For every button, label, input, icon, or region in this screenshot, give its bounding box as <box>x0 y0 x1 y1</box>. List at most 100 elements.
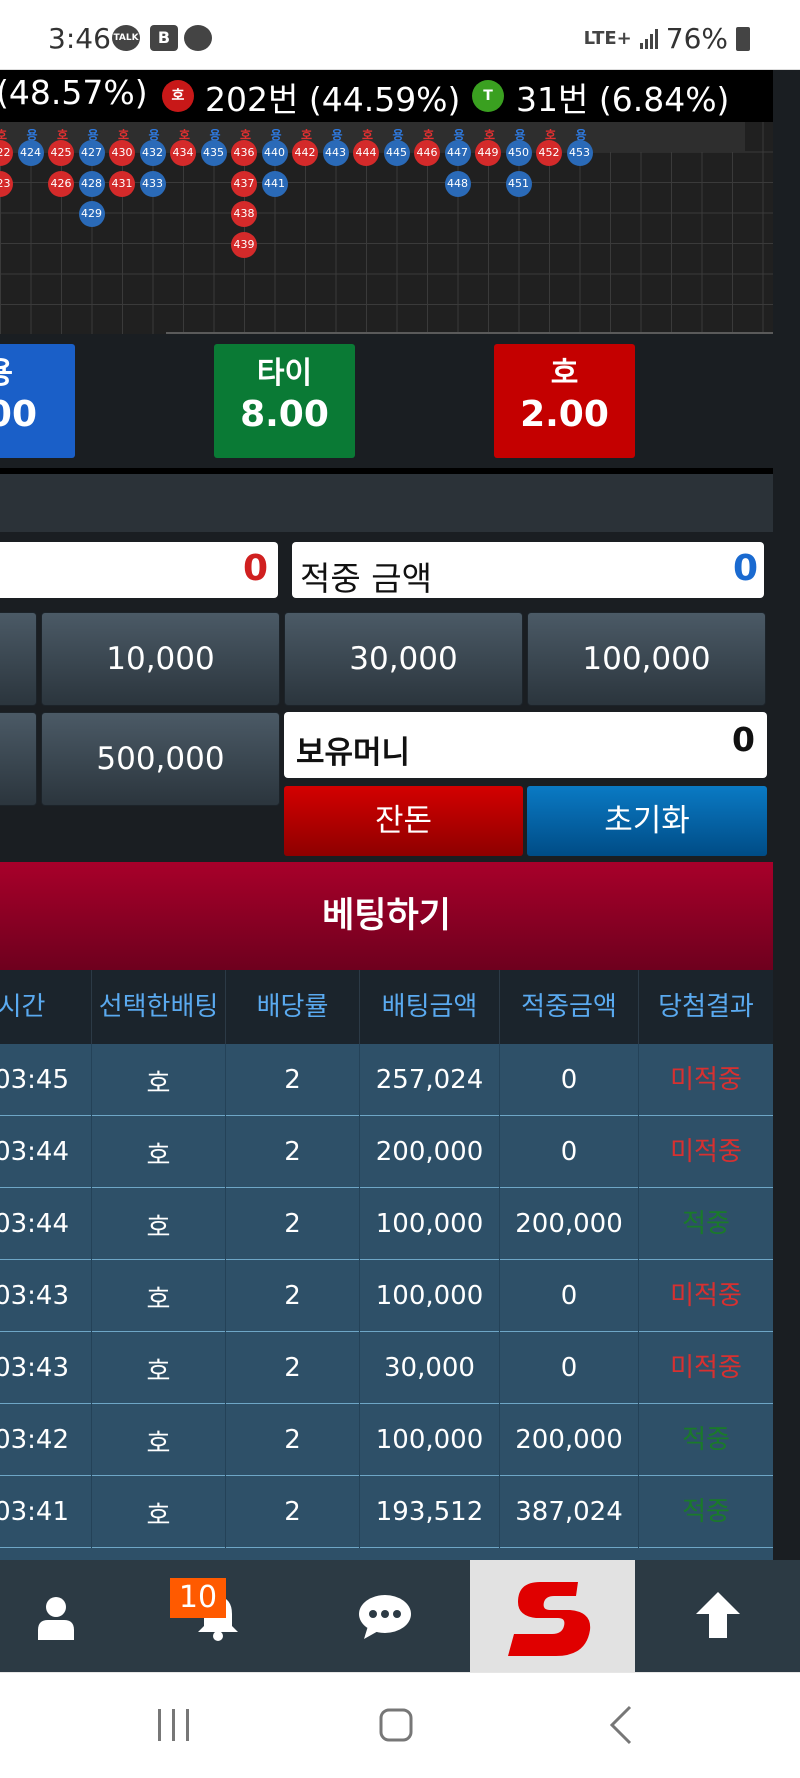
bead-cell: 426 <box>48 170 74 197</box>
cell-win: 387,024 <box>500 1476 639 1548</box>
battery-percent: 76% <box>665 22 728 55</box>
bead-cell: 446 <box>414 140 440 166</box>
app-screen: { "status_bar": {"time": "3:46", "icons"… <box>0 0 800 1778</box>
cell-time: 03:43 <box>0 1260 92 1332</box>
cell-amount: 100,000 <box>360 1188 500 1260</box>
cell-odds: 2 <box>226 1332 360 1404</box>
table-row[interactable]: 03:43 호 2 100,000 0 미적중 <box>0 1260 773 1332</box>
tiger-odds: 2.00 <box>520 394 609 435</box>
bead-cell: 425 <box>48 140 74 166</box>
cell-result: 적중 <box>682 1209 730 1239</box>
bottom-navigation: 10 <box>0 1560 800 1672</box>
table-row[interactable]: 03:41 호 2 193,512 387,024 적중 <box>0 1476 773 1548</box>
site-logo-button[interactable] <box>470 1560 635 1672</box>
table-row[interactable]: 03:44 호 2 200,000 0 미적중 <box>0 1116 773 1188</box>
profile-button[interactable] <box>0 1560 160 1672</box>
chip-100000-button[interactable]: 100,000 <box>527 612 766 706</box>
bead-cell: 444 <box>353 140 379 166</box>
recent-apps-icon[interactable] <box>156 1707 192 1743</box>
col-win: 적중금액 <box>500 970 639 1044</box>
cell-amount: 193,512 <box>360 1476 500 1548</box>
board-scrollbar[interactable] <box>166 332 773 334</box>
cell-win: 0 <box>500 1116 639 1188</box>
bead-cell: 448 <box>444 170 471 197</box>
s-logo <box>508 1582 591 1656</box>
bead-cell: 451 <box>505 170 532 197</box>
bead-cell: 429 <box>78 201 105 227</box>
bead-cell: 447 <box>444 140 471 166</box>
chip-10000-button[interactable]: 10,000 <box>41 612 280 706</box>
change-button[interactable]: 잔돈 <box>284 786 523 856</box>
cell-odds: 2 <box>226 1404 360 1476</box>
bead-cell: 449 <box>475 140 501 166</box>
win-amount-label: 적중 금액 <box>300 559 432 598</box>
col-time: 시간 <box>0 970 92 1044</box>
cell-pick: 호 <box>92 1260 226 1332</box>
chip-button-hidden-2[interactable] <box>0 712 37 806</box>
cell-time: 03:44 <box>0 1188 92 1260</box>
table-row[interactable]: 03:43 호 2 30,000 0 미적중 <box>0 1332 773 1404</box>
table-row[interactable]: 03:45 호 2 257,024 0 미적중 <box>0 1044 773 1116</box>
scroll-top-button[interactable] <box>640 1560 800 1672</box>
arrow-up-icon <box>696 1592 740 1638</box>
network-type: LTE+ <box>583 28 632 49</box>
cell-amount: 200,000 <box>360 1116 500 1188</box>
back-icon[interactable] <box>608 1705 634 1745</box>
bead-cell: 440 <box>261 140 288 166</box>
table-row-partial <box>0 1548 773 1560</box>
bead-cell: 452 <box>536 140 562 166</box>
bead-road-board: 호용호용호용호용호용호용호용호용호용호용 4224234244254264274… <box>0 122 773 334</box>
bead-cell: 427 <box>78 140 105 166</box>
win-amount-value: 0 <box>732 548 758 589</box>
chip-500000-button[interactable]: 500,000 <box>41 712 280 806</box>
tiger-bet-button[interactable]: 호 2.00 <box>494 344 635 458</box>
dragon-bet-button[interactable]: 용 00 <box>0 344 75 458</box>
cell-result: 미적중 <box>670 1353 742 1383</box>
tie-bet-button[interactable]: 타이 8.00 <box>214 344 355 458</box>
cell-win: 0 <box>500 1260 639 1332</box>
cell-result: 미적중 <box>670 1065 742 1095</box>
cell-pick: 호 <box>92 1188 226 1260</box>
chat-button[interactable] <box>320 1560 480 1672</box>
bead-cell: 453 <box>566 140 593 166</box>
table-row[interactable]: 03:42 호 2 100,000 200,000 적중 <box>0 1404 773 1476</box>
bead-cell: 436 <box>231 140 257 166</box>
cell-result: 적중 <box>682 1425 730 1455</box>
place-bet-button[interactable]: 베팅하기 <box>0 862 773 970</box>
win-amount-field: 적중 금액 0 <box>292 542 764 598</box>
system-navigation-bar <box>0 1672 800 1778</box>
col-odds: 배당률 <box>226 970 360 1044</box>
talk-icon: TALK <box>112 25 140 51</box>
cell-pick: 호 <box>92 1116 226 1188</box>
bead-cell: 445 <box>383 140 410 166</box>
chat-icon <box>359 1595 411 1639</box>
cell-time: 03:41 <box>0 1476 92 1548</box>
chip-button-hidden[interactable] <box>0 612 37 706</box>
balance-label: 보유머니 <box>296 735 411 771</box>
col-amount: 배팅금액 <box>360 970 500 1044</box>
cell-odds: 2 <box>226 1188 360 1260</box>
reset-button[interactable]: 초기화 <box>527 786 767 856</box>
table-row[interactable]: 03:44 호 2 100,000 200,000 적중 <box>0 1188 773 1260</box>
battery-icon <box>736 26 750 51</box>
cell-amount: 30,000 <box>360 1332 500 1404</box>
tie-odds: 8.00 <box>240 394 329 435</box>
cell-pick: 호 <box>92 1332 226 1404</box>
bead-cell: 437 <box>231 170 257 197</box>
user-icon <box>38 1597 74 1640</box>
bet-amount-field: 0 <box>0 542 278 598</box>
cell-time: 03:45 <box>0 1044 92 1116</box>
tiger-stat: 202번 (44.59%) <box>205 80 461 119</box>
bead-cell: 430 <box>109 140 135 166</box>
cell-odds: 2 <box>226 1476 360 1548</box>
bead-cell: 428 <box>78 170 105 197</box>
chat-bubble-icon <box>184 25 212 51</box>
dragon-stat: (48.57%) <box>0 73 148 112</box>
chip-30000-button[interactable]: 30,000 <box>284 612 523 706</box>
cell-win: 0 <box>500 1044 639 1116</box>
bead-cell: 450 <box>505 140 532 166</box>
tie-stat: 31번 (6.84%) <box>516 80 730 119</box>
home-icon[interactable] <box>378 1707 414 1743</box>
cell-result: 적중 <box>682 1497 730 1527</box>
col-pick: 선택한배팅 <box>92 970 226 1044</box>
